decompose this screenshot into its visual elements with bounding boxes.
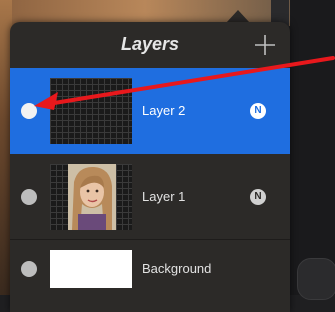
- layer-thumbnail: [50, 164, 132, 230]
- visibility-toggle[interactable]: [21, 261, 37, 277]
- panel-title: Layers: [120, 34, 180, 54]
- layers-header: Layers: [10, 22, 290, 68]
- layer-row-background[interactable]: Background: [10, 240, 290, 312]
- plus-icon: [255, 35, 275, 55]
- layers-panel: Layers Layer 2 N Layer 1 N Background: [10, 22, 290, 312]
- portrait-image: [68, 164, 116, 230]
- side-toolbar: [290, 0, 335, 295]
- layer-name: Layer 1: [142, 189, 186, 204]
- blend-mode-badge[interactable]: N: [250, 103, 266, 119]
- visibility-toggle[interactable]: [21, 103, 37, 119]
- layer-name: Layer 2: [142, 103, 186, 118]
- layer-name: Background: [142, 261, 212, 276]
- layer-thumbnail: [50, 78, 132, 144]
- visibility-toggle[interactable]: [21, 189, 37, 205]
- layer-thumbnail: [50, 250, 132, 288]
- layer-row-layer-2[interactable]: Layer 2 N: [10, 68, 290, 154]
- layer-row-layer-1[interactable]: Layer 1 N: [10, 154, 290, 240]
- side-handle[interactable]: [297, 258, 335, 300]
- portrait-photo: [68, 164, 116, 230]
- blend-mode-badge[interactable]: N: [250, 189, 266, 205]
- add-layer-button[interactable]: [252, 32, 278, 58]
